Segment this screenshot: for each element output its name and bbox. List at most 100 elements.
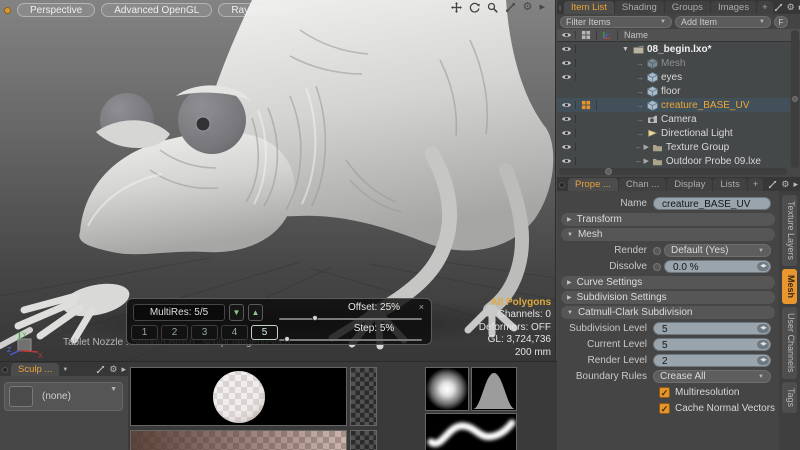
cache-normal-vectors-checkbox[interactable]: ✓ xyxy=(659,403,670,414)
tab-channels[interactable]: Chan ... xyxy=(619,178,666,191)
axes-column-icon[interactable] xyxy=(602,30,612,40)
item-list-horizontal-scrollbar[interactable] xyxy=(559,168,787,175)
side-tab-texture-layers[interactable]: Texture Layers xyxy=(782,195,797,266)
add-tab-button[interactable]: + xyxy=(757,1,773,14)
panel-handle-dot[interactable] xyxy=(559,182,565,188)
filter-f-button[interactable]: F xyxy=(774,16,788,28)
subdivision-level-input[interactable]: 5 xyxy=(653,322,771,335)
eye-icon[interactable] xyxy=(561,157,572,165)
expander-open-icon[interactable]: ▼ xyxy=(622,46,630,53)
eye-icon[interactable] xyxy=(561,59,572,67)
viewport-3d[interactable]: Perspective Advanced OpenGL Ray GL: Off … xyxy=(0,0,556,361)
section-mesh[interactable]: ▼Mesh xyxy=(561,228,775,241)
gear-icon[interactable]: ⚙ xyxy=(781,180,789,189)
viewport-state-dot[interactable] xyxy=(4,7,11,14)
eye-icon[interactable] xyxy=(561,129,572,137)
panel-menu-arrow-icon[interactable]: ▸ xyxy=(539,2,545,13)
alpha-checker-chip[interactable] xyxy=(350,430,377,450)
pan-icon[interactable] xyxy=(451,2,462,13)
texture-gradient-strip[interactable] xyxy=(130,430,347,450)
offset-slider[interactable] xyxy=(279,318,422,320)
section-curve-settings[interactable]: ▶Curve Settings xyxy=(561,276,775,289)
pop-out-icon[interactable] xyxy=(96,365,105,374)
panel-handle-dot[interactable] xyxy=(2,367,8,373)
section-catmull-clark[interactable]: ▼Catmull-Clark Subdivision xyxy=(561,306,775,319)
brush-tip-preview[interactable] xyxy=(425,367,469,411)
texture-preview-sphere-tile[interactable] xyxy=(130,367,347,426)
tab-groups[interactable]: Groups xyxy=(665,1,710,14)
tab-images[interactable]: Images xyxy=(711,1,756,14)
section-subdivision-settings[interactable]: ▶Subdivision Settings xyxy=(561,291,775,304)
eye-icon[interactable] xyxy=(561,143,572,151)
multires-display[interactable]: MultiRes: 5/5 xyxy=(133,304,225,321)
brush-stroke-preview[interactable] xyxy=(425,413,517,450)
channel-toggle-icon[interactable] xyxy=(653,247,661,255)
dissolve-input[interactable]: 0.0 % xyxy=(664,260,771,273)
table-row-outdoor-probe[interactable]: –▶Outdoor Probe 09.lxe xyxy=(557,154,790,168)
hud-close-button[interactable]: × xyxy=(419,302,424,312)
item-name-input[interactable]: creature_BASE_UV xyxy=(653,197,771,210)
table-row-eyes[interactable]: →eyes xyxy=(557,70,790,84)
current-level-input[interactable]: 5 xyxy=(653,338,771,351)
boundary-rules-dropdown[interactable]: Crease All▼ xyxy=(653,370,771,383)
item-list-vertical-scrollbar[interactable] xyxy=(791,30,799,168)
eye-icon[interactable] xyxy=(561,101,572,109)
multires-badge-icon[interactable] xyxy=(581,100,591,110)
table-row-scene[interactable]: ▼08_begin.lxo* xyxy=(557,42,790,56)
pop-out-icon[interactable] xyxy=(768,180,777,189)
table-row-texture-group[interactable]: –▶Texture Group xyxy=(557,140,790,154)
expander-closed-icon[interactable]: ▶ xyxy=(643,157,648,165)
brush-falloff-preview[interactable] xyxy=(471,367,517,411)
raygl-button[interactable]: Ray GL: Off xyxy=(218,3,297,17)
render-level-input[interactable]: 2 xyxy=(653,354,771,367)
gear-icon[interactable]: ⚙ xyxy=(523,2,533,13)
filter-items-dropdown[interactable]: Filter Items▼ xyxy=(560,16,672,28)
multires-down-button[interactable]: ▼ xyxy=(229,304,244,321)
table-row-camera[interactable]: →Camera xyxy=(557,112,790,126)
expander-closed-icon[interactable]: ▶ xyxy=(643,143,648,151)
visibility-column-eye-icon[interactable] xyxy=(561,31,572,39)
panel-handle-dot[interactable] xyxy=(559,5,561,11)
table-row-mesh[interactable]: →Mesh xyxy=(557,56,790,70)
eye-icon[interactable] xyxy=(561,45,572,53)
channel-toggle-icon[interactable] xyxy=(653,263,661,271)
level-button-2[interactable]: 2 xyxy=(161,325,188,340)
alpha-checker-chip[interactable] xyxy=(350,367,377,426)
shading-mode-button[interactable]: Advanced OpenGL xyxy=(101,3,212,17)
step-slider[interactable] xyxy=(279,339,422,341)
side-tab-mesh[interactable]: Mesh xyxy=(782,269,797,304)
scrollbar-knob[interactable] xyxy=(605,168,612,175)
section-transform[interactable]: ▶Transform xyxy=(561,213,775,226)
table-row-directional-light[interactable]: →Directional Light xyxy=(557,126,790,140)
mini-slider-icon[interactable]: ◀▶ xyxy=(757,262,769,271)
multiresolution-checkbox[interactable]: ✓ xyxy=(659,387,670,398)
sculpt-hud[interactable]: MultiRes: 5/5 ▼ ▲ 1 2 3 4 5 Offset: 25% … xyxy=(126,298,432,345)
render-dropdown[interactable]: Default (Yes)▼ xyxy=(664,244,771,257)
mini-slider-icon[interactable]: ◀▶ xyxy=(757,324,769,333)
table-row-floor[interactable]: →floor xyxy=(557,84,790,98)
add-tab-button[interactable]: + xyxy=(748,178,764,191)
eye-icon[interactable] xyxy=(561,115,572,123)
level-button-3[interactable]: 3 xyxy=(191,325,218,340)
sculpt-preset-selector[interactable]: (none) ▼ xyxy=(4,382,123,411)
offset-slider-thumb[interactable] xyxy=(312,315,318,321)
tab-item-list[interactable]: Item List xyxy=(564,1,614,14)
eye-icon[interactable] xyxy=(561,73,572,81)
level-button-5[interactable]: 5 xyxy=(251,325,278,340)
panel-menu-arrow-icon[interactable]: ▸ xyxy=(793,180,798,189)
level-button-4[interactable]: 4 xyxy=(221,325,248,340)
mini-slider-icon[interactable]: ◀▶ xyxy=(757,340,769,349)
pop-out-icon[interactable] xyxy=(774,3,783,12)
level-button-1[interactable]: 1 xyxy=(131,325,158,340)
gear-icon[interactable]: ⚙ xyxy=(109,365,117,374)
side-tab-user-channels[interactable]: User Channels xyxy=(782,307,797,379)
orbit-icon[interactable] xyxy=(469,2,480,13)
table-row-creature-selected[interactable]: →creature_BASE_UV xyxy=(557,98,790,112)
gear-icon[interactable]: ⚙ xyxy=(787,3,795,12)
side-tab-tags[interactable]: Tags xyxy=(782,382,797,413)
tab-properties[interactable]: Prope ... xyxy=(568,178,618,191)
preset-swatch[interactable] xyxy=(9,386,33,407)
tab-sculpt[interactable]: Sculp ... xyxy=(11,363,59,376)
mini-slider-icon[interactable]: ◀▶ xyxy=(757,356,769,365)
chevron-down-icon[interactable]: ▼ xyxy=(62,367,68,373)
